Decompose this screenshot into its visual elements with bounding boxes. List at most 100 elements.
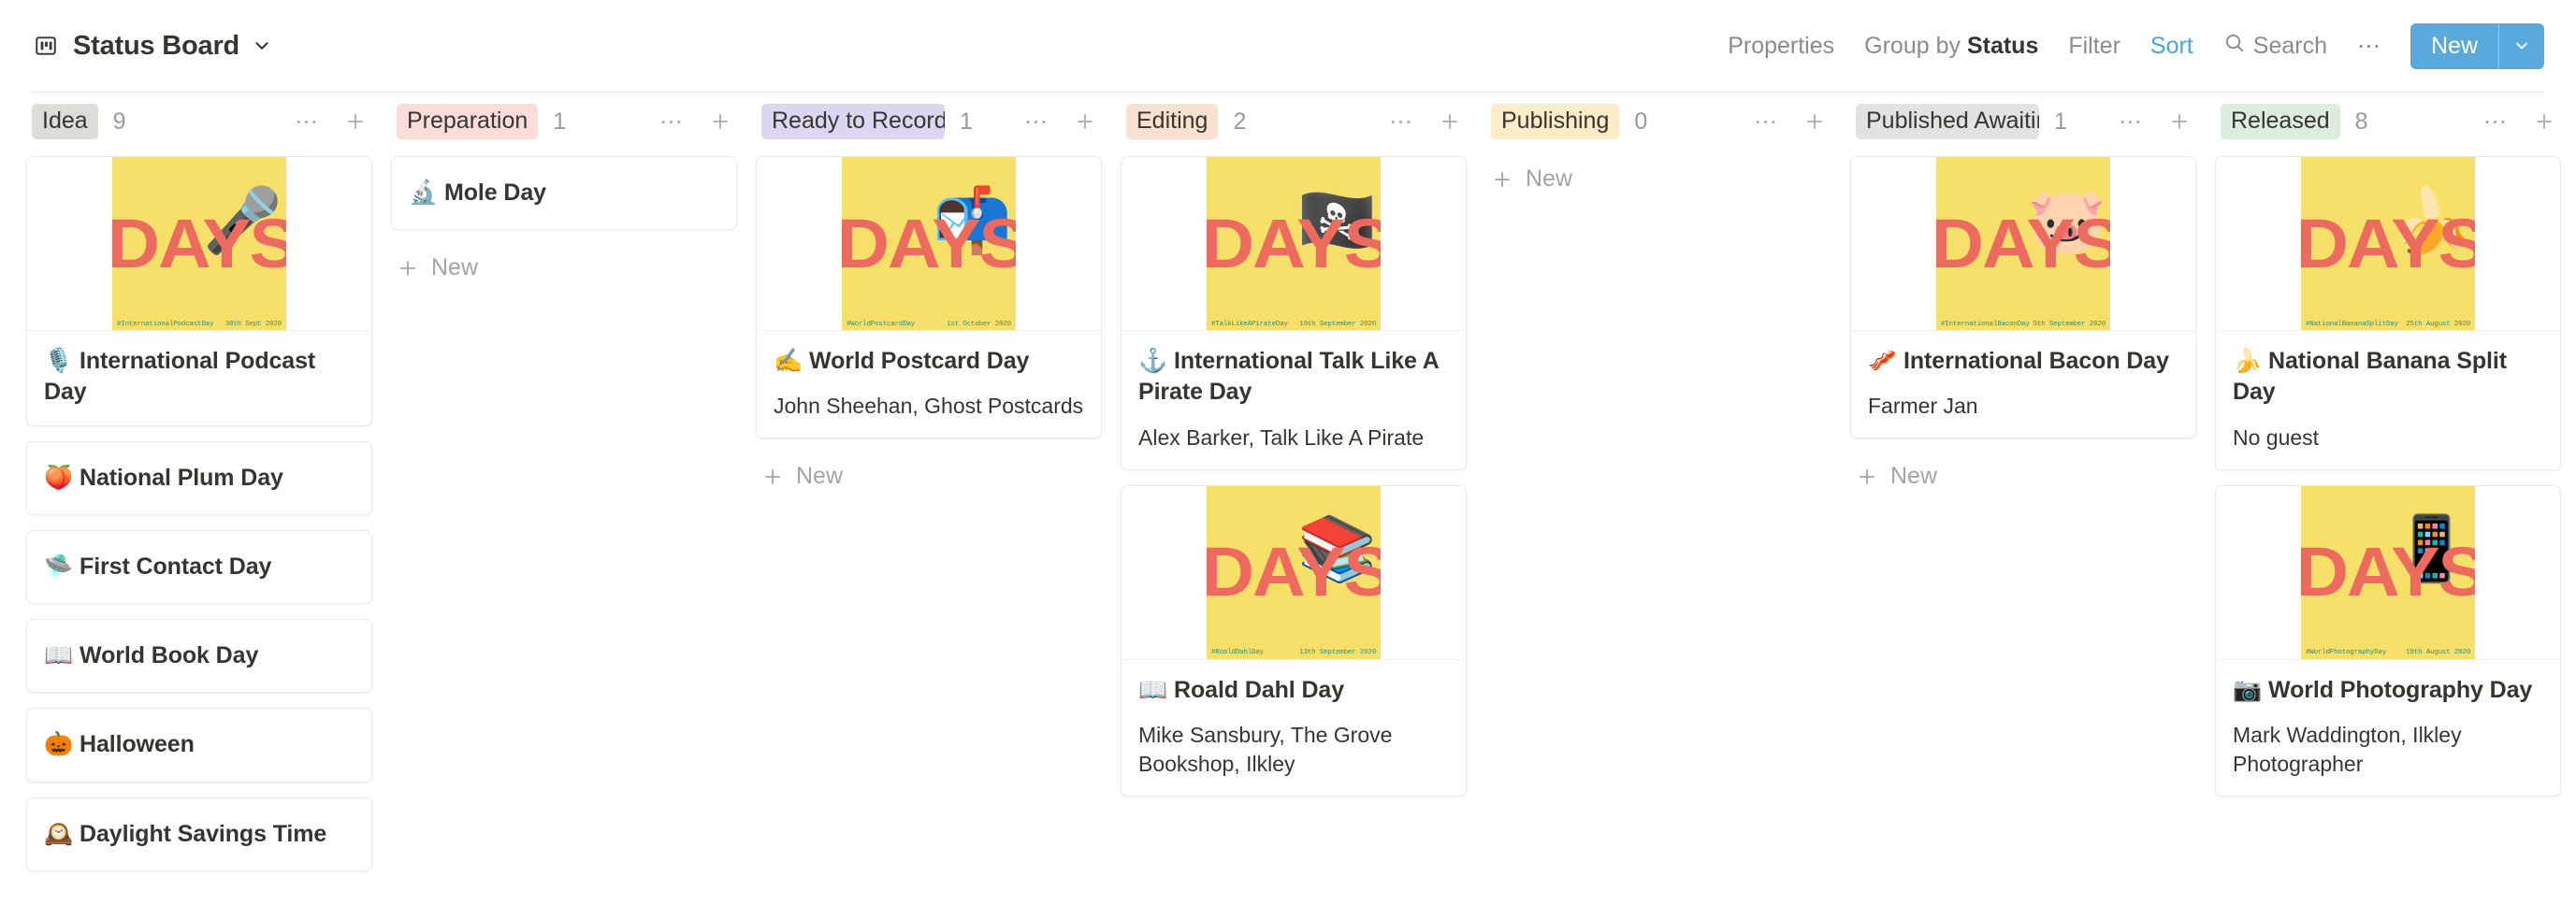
card-cover-image: 🏴‍☠️ DAYS #TalkLikeAPirateDay 19th Septembe… (1122, 157, 1466, 331)
cover-caption: #RoaldDahlDay 13th September 2020 (1211, 649, 1376, 656)
card-title: 🔬 Mole Day (409, 178, 719, 208)
card-title: 🥓 International Bacon Day (1868, 346, 2178, 377)
board-card[interactable]: 📚 DAYS #RoaldDahlDay 13th September 2020 📖 Ro… (1121, 484, 1467, 797)
card-emoji-icon: 📖 (44, 642, 74, 668)
board-card[interactable]: 🏴‍☠️ DAYS #TalkLikeAPirateDay 19th Septembe… (1121, 156, 1467, 470)
column-new-card-button[interactable]: New (1850, 453, 2196, 499)
column-actions: ⋯ (2119, 109, 2191, 134)
column-new-card-button[interactable]: New (756, 453, 1102, 499)
column-more-options-icon[interactable]: ⋯ (1754, 109, 1779, 134)
group-by-value: Status (1966, 32, 2039, 59)
board-column: Preparation 1 ⋯ 🔬 Mole Day New (382, 93, 746, 291)
card-title: 📖 Roald Dahl Day (1138, 675, 1449, 706)
properties-button[interactable]: Properties (1713, 34, 1849, 58)
board-card[interactable]: 🐷 DAYS #InternationalBaconDay 5th September… (1850, 156, 2196, 439)
board-card[interactable]: 🍑 National Plum Day (26, 440, 372, 515)
board-card[interactable]: 🛸 First Contact Day (26, 529, 372, 604)
chevron-down-icon[interactable] (252, 36, 272, 56)
column-new-card-button[interactable]: New (1485, 156, 1831, 202)
board-card[interactable]: 🍌 DAYS #NationalBananaSplitDay 25th August … (2215, 156, 2561, 470)
cover-hashtag: #InternationalPodcastDay (117, 320, 214, 328)
new-dropdown-chevron-down-icon[interactable] (2499, 23, 2544, 69)
more-options-button[interactable]: ⋯ (2342, 34, 2397, 58)
column-more-options-icon[interactable]: ⋯ (1389, 109, 1414, 134)
card-subtitle: Farmer Jan (1868, 394, 1978, 419)
card-title-text: National Plum Day (80, 464, 283, 491)
search-icon (2223, 32, 2245, 60)
column-more-options-icon[interactable]: ⋯ (2483, 109, 2509, 134)
card-subtitle: Mark Waddington, Ilkley Photographer (2233, 722, 2462, 776)
card-title-text: World Book Day (80, 642, 259, 668)
board-card[interactable]: 📖 World Book Day (26, 619, 372, 694)
column-header: Idea 9 ⋯ (26, 93, 372, 151)
card-subtitle: Alex Barker, Talk Like A Pirate (1138, 424, 1425, 450)
page-title: Status Board (73, 30, 240, 61)
column-add-card-plus-icon[interactable] (2533, 110, 2555, 133)
plus-icon (761, 466, 784, 488)
card-body: ⚓ International Talk Like A Pirate Day Ale… (1122, 331, 1466, 469)
card-title: 🍌 National Banana Split Day (2233, 346, 2543, 409)
cover-date: 19th September 2020 (1299, 320, 1376, 328)
cover-date: 19th August 2020 (2406, 649, 2470, 657)
card-title-text: International Bacon Day (1903, 348, 2169, 374)
board-column: Idea 9 ⋯ 🎤 DAYS #InternationalPodcastDay 30th … (17, 93, 382, 886)
column-add-card-plus-icon[interactable] (2168, 110, 2191, 133)
board-card[interactable]: 🎤 DAYS #InternationalPodcastDay 30th Sept 2… (26, 156, 372, 426)
status-badge[interactable]: Published Awaiting Release (1856, 104, 2039, 139)
column-more-options-icon[interactable]: ⋯ (295, 109, 320, 134)
board-card[interactable]: 📬 DAYS #WorldPostcardDay 1st October 2020 ✍️… (756, 156, 1102, 439)
card-body: 🥓 International Bacon Day Farmer Jan (1851, 331, 2195, 438)
board-card[interactable]: 🕰️ Daylight Savings Time (26, 797, 372, 871)
status-badge[interactable]: Idea (32, 104, 98, 139)
status-badge[interactable]: Editing (1126, 104, 1219, 139)
new-button[interactable]: New (2410, 22, 2499, 69)
card-cover-image: 📚 DAYS #RoaldDahlDay 13th September 2020 (1122, 485, 1466, 660)
card-title-text: World Postcard Day (809, 348, 1030, 374)
cover-days-text: DAYS (842, 204, 1016, 282)
board-card[interactable]: 🎃 Halloween (26, 708, 372, 783)
status-badge[interactable]: Ready to Record (761, 104, 945, 139)
status-badge[interactable]: Publishing (1491, 104, 1620, 139)
card-emoji-icon: 🍑 (44, 464, 74, 491)
sort-button[interactable]: Sort (2135, 34, 2208, 58)
status-badge[interactable]: Released (2221, 104, 2340, 139)
cover-caption: #InternationalBaconDay 5th September 2020 (1941, 321, 2106, 328)
column-count: 1 (553, 108, 567, 135)
column-add-card-plus-icon[interactable] (709, 110, 731, 133)
column-body: New (1485, 151, 1831, 202)
card-cover-image: 🍌 DAYS #NationalBananaSplitDay 25th August … (2216, 157, 2560, 331)
search-button[interactable]: Search (2208, 32, 2342, 60)
cover-caption: #TalkLikeAPirateDay 19th September 2020 (1211, 321, 1376, 328)
column-more-options-icon[interactable]: ⋯ (1024, 109, 1049, 134)
cover-caption: #InternationalPodcastDay 30th Sept 2020 (117, 321, 282, 328)
card-title-text: Halloween (80, 731, 195, 758)
card-title-text: Mole Day (444, 180, 546, 206)
column-count: 1 (960, 108, 973, 135)
column-more-options-icon[interactable]: ⋯ (2119, 109, 2144, 134)
card-body: 🍌 National Banana Split Day No guest (2216, 331, 2560, 469)
card-body: 🎃 Halloween (27, 709, 371, 781)
column-new-card-button[interactable]: New (391, 245, 737, 291)
column-add-card-plus-icon[interactable] (1074, 110, 1096, 133)
card-body: 📖 Roald Dahl Day Mike Sansbury, The Grove … (1122, 660, 1466, 796)
column-add-card-plus-icon[interactable] (344, 110, 367, 133)
status-badge[interactable]: Preparation (397, 104, 539, 139)
group-by-button[interactable]: Group by Status (1849, 32, 2053, 59)
board-card[interactable]: 🔬 Mole Day (391, 156, 737, 231)
card-body: 🔬 Mole Day (392, 157, 736, 229)
column-add-card-plus-icon[interactable] (1439, 110, 1461, 133)
board-title-group[interactable]: Status Board (32, 31, 272, 62)
filter-button[interactable]: Filter (2053, 34, 2135, 58)
column-more-options-icon[interactable]: ⋯ (659, 109, 685, 134)
column-actions: ⋯ (1754, 109, 1826, 134)
column-add-card-plus-icon[interactable] (1803, 110, 1826, 133)
board-card[interactable]: 📱 DAYS #WorldPhotographyDay 19th August 202… (2215, 484, 2561, 797)
column-count: 0 (1634, 108, 1648, 135)
plus-icon (1856, 466, 1878, 488)
column-actions: ⋯ (295, 109, 367, 134)
column-body: 🏴‍☠️ DAYS #TalkLikeAPirateDay 19th Septembe… (1121, 151, 1467, 797)
column-actions: ⋯ (1389, 109, 1461, 134)
card-body: 🕰️ Daylight Savings Time (27, 798, 371, 870)
cover-days-text: DAYS (1207, 533, 1381, 611)
card-body: 🛸 First Contact Day (27, 531, 371, 603)
